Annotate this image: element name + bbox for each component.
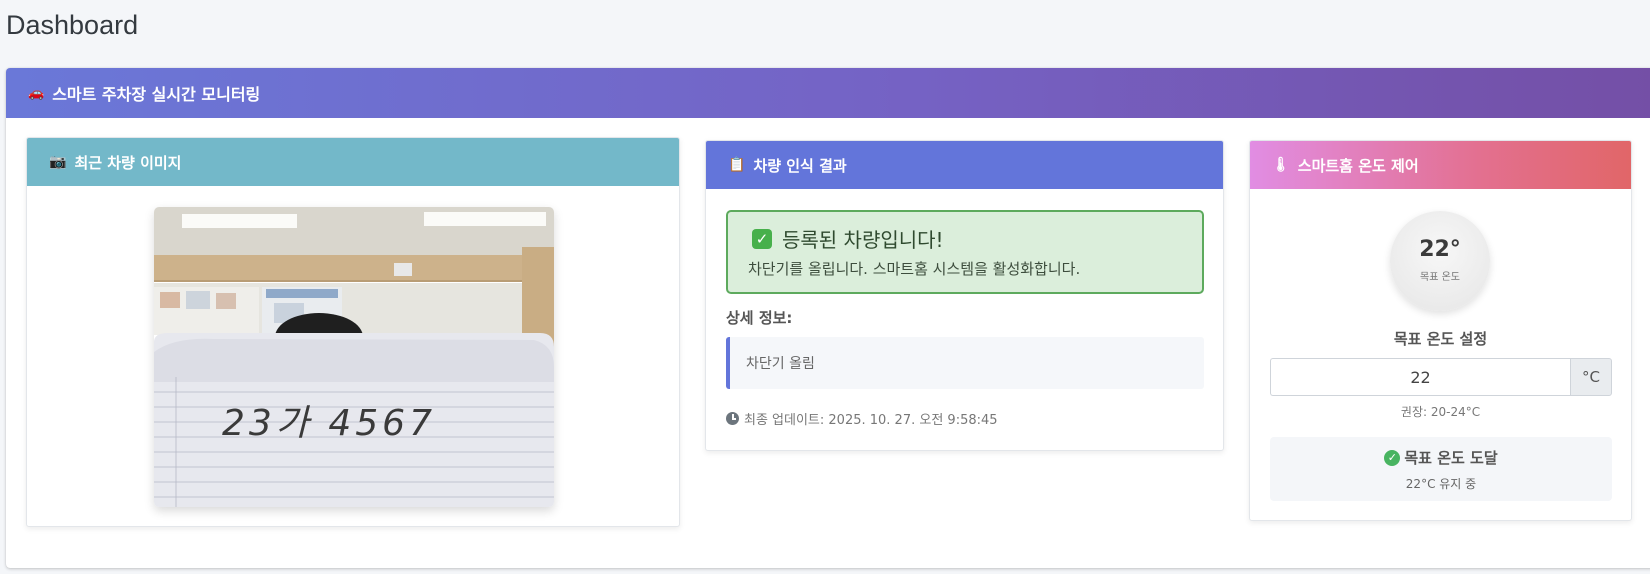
alert-message: 차단기를 올립니다. 스마트홈 시스템을 활성화합니다. [748, 260, 1081, 278]
detail-label: 상세 정보: [726, 309, 793, 327]
clock-icon [726, 412, 739, 425]
detail-text: 차단기 올림 [746, 356, 815, 372]
registered-vehicle-alert: ✓ 등록된 차량입니다! 차단기를 올립니다. 스마트홈 시스템을 활성화합니다… [726, 210, 1204, 294]
temperature-control-title: 스마트홈 온도 제어 [1297, 156, 1419, 175]
check-icon: ✓ [752, 228, 772, 249]
thermometer-icon: 🌡 [1272, 157, 1290, 173]
target-temp-input[interactable] [1270, 358, 1570, 396]
monitoring-panel-title: 스마트 주차장 실시간 모니터링 [52, 85, 261, 104]
recommended-range: 권장: 20-24°C [1400, 405, 1481, 419]
recent-vehicle-image-card: 📷 최근 차량 이미지 23가 4567 [26, 137, 680, 527]
temperature-control-header: 🌡 스마트홈 온도 제어 [1250, 141, 1631, 189]
camera-icon: 📷 [49, 154, 67, 170]
vehicle-photo[interactable]: 23가 4567 [154, 207, 554, 507]
recent-vehicle-image-title: 최근 차량 이미지 [74, 153, 182, 172]
unit-label: °C [1570, 358, 1612, 396]
recent-vehicle-image-header: 📷 최근 차량 이미지 [27, 138, 679, 186]
last-updated: 최종 업데이트: 2025. 10. 27. 오전 9:58:45 [726, 409, 998, 428]
target-temp-label: 목표 온도 설정 [1393, 330, 1488, 348]
alert-title: 등록된 차량입니다! [782, 228, 944, 252]
recognition-result-header: 📋 차량 인식 결과 [706, 141, 1223, 189]
target-temp-input-group: °C [1270, 358, 1612, 396]
car-icon: 🚗 [28, 85, 45, 101]
check-circle-icon: ✓ [1384, 449, 1401, 466]
temperature-dial: 22° 목표 온도 [1390, 211, 1490, 311]
dial-value: 22° [1419, 237, 1461, 262]
last-updated-text: 최종 업데이트: 2025. 10. 27. 오전 9:58:45 [744, 413, 998, 428]
temp-status-title: 목표 온도 도달 [1404, 449, 1498, 467]
recognition-result-title: 차량 인식 결과 [753, 156, 847, 175]
recognition-result-card: 📋 차량 인식 결과 ✓ 등록된 차량입니다! 차단기를 올립니다. 스마트홈 … [705, 140, 1224, 451]
monitoring-panel-header: 🚗 스마트 주차장 실시간 모니터링 [6, 68, 1650, 118]
page-title: Dashboard [6, 10, 139, 40]
temperature-control-card: 🌡 스마트홈 온도 제어 22° 목표 온도 목표 온도 설정 °C 권장: 2… [1249, 140, 1632, 521]
dial-label: 목표 온도 [1420, 272, 1460, 283]
svg-text:23가 4567: 23가 4567 [222, 403, 436, 444]
clipboard-icon: 📋 [728, 157, 746, 173]
temp-status-box: ✓ 목표 온도 도달 22°C 유지 중 [1270, 437, 1612, 501]
detail-box: 차단기 올림 [726, 337, 1204, 389]
temp-status-sub: 22°C 유지 중 [1405, 477, 1477, 491]
